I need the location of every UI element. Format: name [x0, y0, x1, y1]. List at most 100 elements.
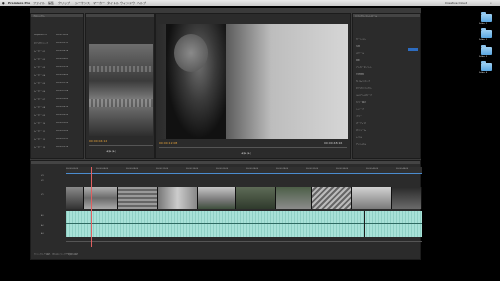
- video-clip[interactable]: [236, 187, 276, 209]
- project-item[interactable]: ムービー 13 00:00:05:16: [34, 146, 82, 148]
- project-item-name: ムービー 04: [34, 75, 46, 76]
- apple-icon[interactable]: ●: [2, 1, 5, 5]
- project-item[interactable]: ムービー 09 00:00:06:20: [34, 114, 82, 116]
- video-track-v1[interactable]: [66, 187, 422, 209]
- effect-item[interactable]: 不透明度: [356, 73, 406, 75]
- track-label[interactable]: A1: [41, 215, 44, 217]
- project-panel: プロジェクト Sequence 01 00:00:10:00 ビデオクリップ 00:0…: [30, 13, 84, 159]
- project-item-duration: 00:00:02:22: [56, 138, 69, 140]
- menu-file[interactable]: ファイル: [33, 1, 45, 5]
- effect-item[interactable]: ボリューム: [356, 129, 406, 131]
- step-forward-icon[interactable]: ▶|: [248, 151, 251, 155]
- effect-item[interactable]: タイムリマップ: [356, 80, 406, 82]
- effect-item[interactable]: ブラー: [356, 115, 406, 117]
- project-item-name: ムービー 01: [34, 51, 46, 52]
- project-item-name: ムービー 03: [34, 67, 46, 68]
- play-icon[interactable]: ▶: [109, 149, 111, 153]
- audio-track-a1[interactable]: [66, 211, 422, 237]
- project-item-name: ムービー 05: [34, 83, 46, 84]
- effect-item[interactable]: スケール: [356, 52, 406, 54]
- effect-item[interactable]: モーション: [356, 38, 406, 40]
- menu-marker[interactable]: マーカー: [93, 1, 105, 5]
- effect-item[interactable]: 位置: [356, 45, 406, 47]
- effect-item[interactable]: オーディオ: [356, 122, 406, 124]
- track-label[interactable]: V2: [41, 180, 44, 182]
- project-panel-title: プロジェクト: [33, 16, 46, 18]
- folder-icon[interactable]: [481, 45, 492, 55]
- track-divider: [66, 241, 422, 242]
- source-transport: ◀ ▶ ▶|: [106, 149, 116, 153]
- program-scrubber[interactable]: [159, 147, 347, 148]
- video-clip[interactable]: [158, 187, 198, 209]
- project-item[interactable]: ムービー 10 00:00:03:05: [34, 122, 82, 124]
- step-back-icon[interactable]: ◀: [106, 149, 108, 153]
- video-clip[interactable]: [198, 187, 236, 209]
- project-item[interactable]: ムービー 06 00:00:07:08: [34, 90, 82, 92]
- project-item-duration: 00:00:06:20: [56, 114, 69, 116]
- step-forward-icon[interactable]: ▶|: [113, 149, 116, 153]
- effect-item[interactable]: ビデオエフェクト: [356, 87, 406, 89]
- menu-clip[interactable]: クリップ: [58, 1, 70, 5]
- menu-title[interactable]: タイトル: [107, 1, 119, 5]
- track-label[interactable]: A2: [41, 225, 44, 227]
- project-item[interactable]: ムービー 03 00:00:03:20: [34, 66, 82, 68]
- effect-item[interactable]: ルミナンスカーブ: [356, 94, 406, 96]
- project-item[interactable]: ムービー 12 00:00:02:22: [34, 138, 82, 140]
- video-clip[interactable]: [84, 187, 118, 209]
- app-menu[interactable]: Premiere Pro: [8, 1, 30, 5]
- folder-icon[interactable]: [481, 61, 492, 71]
- menu-window[interactable]: ウィンドウ: [120, 1, 135, 5]
- project-item[interactable]: ビデオクリップ 00:00:05:12: [34, 42, 82, 44]
- project-item-name: ムービー 08: [34, 107, 46, 108]
- folder-label: Folder 1: [479, 23, 488, 25]
- spotlight-icon[interactable]: ⌕: [490, 1, 492, 5]
- effect-item[interactable]: チャンネル: [356, 143, 406, 145]
- timeline-status: クリックして選択、またはドラッグで範囲を選択: [34, 254, 78, 256]
- source-scrubber[interactable]: [89, 145, 153, 146]
- work-area-bar[interactable]: [66, 173, 422, 174]
- project-item-duration: 00:00:05:16: [56, 146, 69, 148]
- project-item[interactable]: ムービー 07 00:00:05:00: [34, 98, 82, 100]
- project-item-duration: 00:00:04:10: [56, 106, 69, 108]
- project-item[interactable]: Sequence 01 00:00:10:00: [34, 34, 82, 36]
- video-clip[interactable]: [66, 187, 84, 209]
- project-item[interactable]: ムービー 01 00:00:04:18: [34, 50, 82, 52]
- program-duration: 00:00:48:16: [324, 141, 343, 145]
- clock-label: Creative Cloud: [445, 1, 468, 5]
- project-item[interactable]: ムービー 11 00:00:09:00: [34, 130, 82, 132]
- project-item[interactable]: ムービー 05 00:00:02:14: [34, 82, 82, 84]
- play-icon[interactable]: ▶: [244, 151, 246, 155]
- effect-item[interactable]: シャープ: [356, 108, 406, 110]
- effect-item[interactable]: 回転: [356, 59, 406, 61]
- effect-item[interactable]: カラー補正: [356, 101, 406, 103]
- video-clip[interactable]: [392, 187, 422, 209]
- playhead[interactable]: [91, 167, 92, 247]
- video-clip[interactable]: [352, 187, 392, 209]
- project-item[interactable]: ムービー 02 00:00:06:02: [34, 58, 82, 60]
- ruler-tick-label: 00:00:32:00: [306, 168, 319, 170]
- video-clip[interactable]: [118, 187, 158, 209]
- menu-bar: ● Premiere Pro ファイル 編集 クリップ シーケンス マーカー タ…: [0, 0, 500, 6]
- menu-sequence[interactable]: シーケンス: [75, 1, 90, 5]
- effect-item[interactable]: レベル: [356, 136, 406, 138]
- step-back-icon[interactable]: ◀: [241, 151, 243, 155]
- effect-item[interactable]: アンカーポイント: [356, 66, 406, 68]
- menu-edit[interactable]: 編集: [48, 1, 54, 5]
- project-item[interactable]: ムービー 08 00:00:04:10: [34, 106, 82, 108]
- source-timecode: 00:00:04:12: [89, 139, 108, 143]
- project-item-duration: 00:00:06:02: [56, 58, 69, 60]
- effects-highlight[interactable]: [408, 48, 418, 51]
- ruler-tick-label: 00:00:40:00: [366, 168, 379, 170]
- menu-help[interactable]: ヘルプ: [137, 1, 146, 5]
- folder-icon[interactable]: [481, 12, 492, 22]
- track-label[interactable]: A3: [41, 233, 44, 235]
- folder-icon[interactable]: [481, 28, 492, 38]
- project-item[interactable]: ムービー 04 00:00:08:00: [34, 74, 82, 76]
- track-label[interactable]: V3: [41, 175, 44, 177]
- video-clip[interactable]: [312, 187, 352, 209]
- timeline-header: [31, 161, 420, 164]
- project-item-duration: 00:00:07:08: [56, 90, 69, 92]
- source-frame: [89, 44, 153, 136]
- video-clip[interactable]: [276, 187, 312, 209]
- track-label[interactable]: V1: [41, 194, 44, 196]
